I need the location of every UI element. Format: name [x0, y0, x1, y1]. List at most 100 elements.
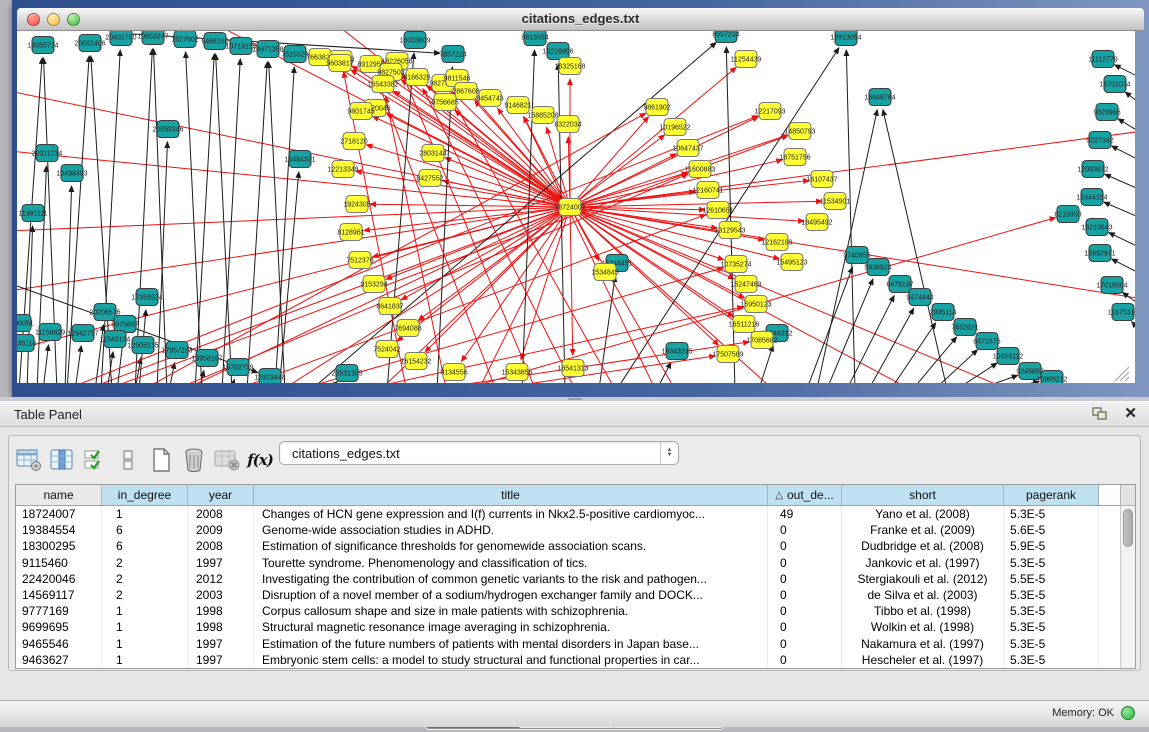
table-cell[interactable]: 5.6E-5: [1004, 522, 1099, 538]
table-cell[interactable]: 18300295: [16, 538, 102, 554]
table-cell[interactable]: Estimation of the future numbers of pati…: [254, 636, 768, 652]
table-cell[interactable]: Hescheler et al. (1997): [842, 652, 1004, 668]
table-cell[interactable]: 0: [768, 555, 842, 571]
column-header-name[interactable]: name: [16, 485, 102, 505]
table-cell[interactable]: 5.9E-5: [1004, 538, 1099, 554]
table-cell[interactable]: 0: [768, 603, 842, 619]
column-header-in_degree[interactable]: in_degree: [102, 485, 188, 505]
delete-table-icon[interactable]: [213, 447, 241, 473]
table-row[interactable]: 1938455462009Genome-wide association stu…: [16, 522, 1135, 538]
column-header-year[interactable]: year: [188, 485, 254, 505]
table-cell[interactable]: 22420046: [16, 571, 102, 587]
table-cell[interactable]: 19384554: [16, 522, 102, 538]
resize-grip-icon[interactable]: [1125, 377, 1129, 381]
table-cell[interactable]: Tibbo et al. (1998): [842, 603, 1004, 619]
table-cell[interactable]: 1: [102, 619, 188, 635]
column-header-pagerank[interactable]: pagerank: [1004, 485, 1099, 505]
table-cell[interactable]: 5.3E-5: [1004, 636, 1099, 652]
table-cell[interactable]: Estimation of significance thresholds fo…: [254, 538, 768, 554]
table-cell[interactable]: 9465546: [16, 636, 102, 652]
table-cell[interactable]: 18724007: [16, 506, 102, 522]
table-cell[interactable]: 0: [768, 619, 842, 635]
table-cell[interactable]: 49: [768, 506, 842, 522]
table-row[interactable]: 969969511998Structural magnetic resonanc…: [16, 619, 1135, 635]
table-row[interactable]: 911546021997Tourette syndrome. Phenomeno…: [16, 555, 1135, 571]
table-settings-icon[interactable]: [15, 447, 43, 473]
table-cell[interactable]: 5.3E-5: [1004, 587, 1099, 603]
table-cell[interactable]: 2003: [188, 587, 254, 603]
new-column-icon[interactable]: [147, 447, 175, 473]
table-cell[interactable]: Structural magnetic resonance image aver…: [254, 619, 768, 635]
table-row[interactable]: 2242004622012Investigating the contribut…: [16, 571, 1135, 587]
table-cell[interactable]: 0: [768, 587, 842, 603]
table-cell[interactable]: 14569117: [16, 587, 102, 603]
column-header-title[interactable]: title: [254, 485, 768, 505]
table-cell[interactable]: de Silva et al. (2003): [842, 587, 1004, 603]
table-cell[interactable]: Franke et al. (2009): [842, 522, 1004, 538]
table-cell[interactable]: 1: [102, 506, 188, 522]
table-cell[interactable]: 1997: [188, 636, 254, 652]
table-cell[interactable]: 5.3E-5: [1004, 555, 1099, 571]
table-cell[interactable]: 2: [102, 587, 188, 603]
table-cell[interactable]: 2009: [188, 522, 254, 538]
float-window-icon[interactable]: [1092, 407, 1108, 421]
table-cell[interactable]: 5.3E-5: [1004, 506, 1099, 522]
table-cell[interactable]: Corpus callosum shape and size in male p…: [254, 603, 768, 619]
table-cell[interactable]: Jankovic et al. (1997): [842, 555, 1004, 571]
table-selector-dropdown[interactable]: citations_edges.txt ▲▼: [279, 441, 679, 465]
table-row[interactable]: 977716911998Corpus callosum shape and si…: [16, 603, 1135, 619]
table-cell[interactable]: 9777169: [16, 603, 102, 619]
table-row[interactable]: 946554611997Estimation of the future num…: [16, 636, 1135, 652]
vertical-scrollbar[interactable]: [1120, 506, 1135, 668]
column-header-short[interactable]: short: [842, 485, 1004, 505]
delete-column-icon[interactable]: [180, 447, 208, 473]
table-cell[interactable]: 0: [768, 636, 842, 652]
table-cell[interactable]: Genome-wide association studies in ADHD.: [254, 522, 768, 538]
table-cell[interactable]: 1998: [188, 603, 254, 619]
table-cell[interactable]: 2: [102, 571, 188, 587]
close-panel-icon[interactable]: ✕: [1124, 406, 1137, 422]
row-pair-icon[interactable]: [114, 447, 142, 473]
table-cell[interactable]: 9463627: [16, 652, 102, 668]
table-row[interactable]: 946362711997Embryonic stem cells: a mode…: [16, 652, 1135, 668]
table-cell[interactable]: 2012: [188, 571, 254, 587]
table-cell[interactable]: 0: [768, 571, 842, 587]
table-cell[interactable]: Embryonic stem cells: a model to study s…: [254, 652, 768, 668]
table-row[interactable]: 1456911722003Disruption of a novel membe…: [16, 587, 1135, 603]
function-builder-icon[interactable]: f(x): [246, 447, 274, 473]
table-cell[interactable]: 5.5E-5: [1004, 571, 1099, 587]
table-cell[interactable]: Disruption of a novel member of a sodium…: [254, 587, 768, 603]
table-cell[interactable]: 2008: [188, 506, 254, 522]
table-cell[interactable]: Changes of HCN gene expression and I(f) …: [254, 506, 768, 522]
scrollbar-thumb[interactable]: [1123, 509, 1133, 547]
table-cell[interactable]: 9699695: [16, 619, 102, 635]
table-cell[interactable]: 1997: [188, 555, 254, 571]
table-row[interactable]: 1830029562008Estimation of significance …: [16, 538, 1135, 554]
network-canvas[interactable]: 1405572420691406204317001065324715276026…: [17, 31, 1135, 383]
column-visibility-icon[interactable]: [48, 447, 76, 473]
table-cell[interactable]: 2008: [188, 538, 254, 554]
table-cell[interactable]: 1998: [188, 619, 254, 635]
table-cell[interactable]: Stergiakouli et al. (2012): [842, 571, 1004, 587]
table-cell[interactable]: Investigating the contribution of common…: [254, 571, 768, 587]
table-cell[interactable]: 0: [768, 652, 842, 668]
resize-grip-icon[interactable]: [1120, 372, 1129, 381]
network-window-titlebar[interactable]: citations_edges.txt: [17, 8, 1144, 31]
table-cell[interactable]: 1: [102, 636, 188, 652]
select-all-checks-icon[interactable]: [81, 447, 109, 473]
splitter-grip[interactable]: [568, 398, 582, 400]
table-cell[interactable]: 6: [102, 538, 188, 554]
table-cell[interactable]: 5.3E-5: [1004, 619, 1099, 635]
table-cell[interactable]: Dudbridge et al. (2008): [842, 538, 1004, 554]
table-cell[interactable]: Nakamura et al. (1997): [842, 636, 1004, 652]
table-row[interactable]: 1872400712008Changes of HCN gene express…: [16, 506, 1135, 522]
column-header-out_de[interactable]: △out_de...: [768, 485, 842, 505]
table-cell[interactable]: 5.3E-5: [1004, 603, 1099, 619]
table-cell[interactable]: 1: [102, 603, 188, 619]
table-cell[interactable]: Yano et al. (2008): [842, 506, 1004, 522]
table-cell[interactable]: 1: [102, 652, 188, 668]
table-cell[interactable]: 6: [102, 522, 188, 538]
table-cell[interactable]: 5.3E-5: [1004, 652, 1099, 668]
table-cell[interactable]: 1997: [188, 652, 254, 668]
table-cell[interactable]: 0: [768, 522, 842, 538]
